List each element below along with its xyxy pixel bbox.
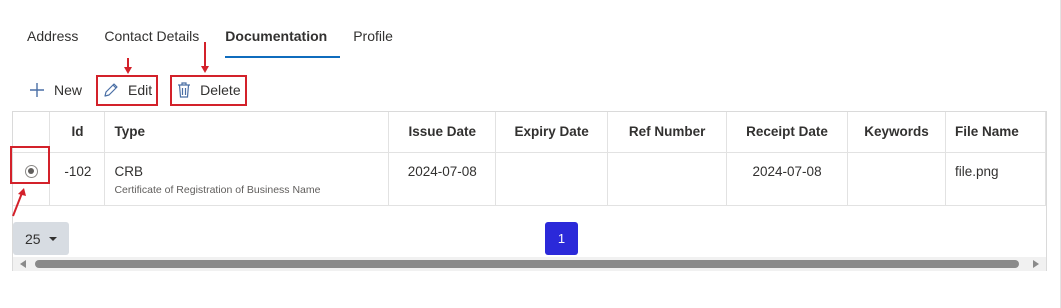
cell-receipt-date: 2024-07-08 bbox=[726, 152, 849, 206]
column-header-id[interactable]: Id bbox=[49, 112, 106, 153]
column-header-expiry-date[interactable]: Expiry Date bbox=[495, 112, 609, 153]
scrollbar-thumb[interactable] bbox=[35, 260, 1019, 268]
cell-keywords bbox=[847, 152, 946, 206]
scroll-left-icon[interactable] bbox=[20, 260, 26, 268]
page-button-current[interactable]: 1 bbox=[545, 222, 578, 255]
column-header-type[interactable]: Type bbox=[104, 112, 390, 153]
edit-button[interactable]: Edit bbox=[96, 74, 159, 106]
cell-ref-number bbox=[607, 152, 728, 206]
type-description: Certificate of Registration of Business … bbox=[114, 183, 321, 196]
cell-id: -102 bbox=[49, 152, 106, 206]
cell-issue-date: 2024-07-08 bbox=[388, 152, 497, 206]
cell-expiry-date bbox=[495, 152, 609, 206]
column-header-issue-date[interactable]: Issue Date bbox=[388, 112, 497, 153]
page-size-value: 25 bbox=[25, 230, 41, 247]
tab-contact-details[interactable]: Contact Details bbox=[91, 22, 212, 58]
tab-documentation[interactable]: Documentation bbox=[212, 22, 341, 58]
column-header-file-name[interactable]: File Name bbox=[945, 112, 1047, 153]
toolbar: New Edit Delete bbox=[28, 74, 247, 106]
table-header-row: Id Type Issue Date Expiry Date Ref Numbe… bbox=[13, 112, 1047, 153]
tab-profile[interactable]: Profile bbox=[340, 22, 406, 58]
arrow-to-edit bbox=[124, 58, 132, 74]
tab-address[interactable]: Address bbox=[14, 22, 91, 58]
pencil-icon bbox=[102, 81, 120, 99]
radio-highlight-box bbox=[10, 146, 50, 184]
delete-button[interactable]: Delete bbox=[170, 74, 247, 106]
type-code: CRB bbox=[114, 163, 143, 179]
page-size-dropdown[interactable]: 25 bbox=[13, 222, 69, 255]
new-label: New bbox=[54, 82, 83, 98]
documents-table: Id Type Issue Date Expiry Date Ref Numbe… bbox=[13, 112, 1047, 206]
scroll-right-icon[interactable] bbox=[1033, 260, 1039, 268]
new-button[interactable]: New bbox=[28, 76, 82, 104]
horizontal-scrollbar[interactable] bbox=[13, 257, 1046, 271]
column-header-keywords[interactable]: Keywords bbox=[847, 112, 946, 153]
documents-grid: Id Type Issue Date Expiry Date Ref Numbe… bbox=[12, 111, 1047, 271]
delete-label: Delete bbox=[200, 82, 241, 98]
chevron-down-icon bbox=[48, 236, 57, 241]
cell-file-name: file.png bbox=[945, 152, 1047, 206]
trash-icon bbox=[176, 81, 192, 99]
tab-bar: Address Contact Details Documentation Pr… bbox=[14, 22, 406, 58]
column-header-ref-number[interactable]: Ref Number bbox=[607, 112, 728, 153]
column-header-receipt-date[interactable]: Receipt Date bbox=[726, 112, 849, 153]
table-row[interactable]: -102 CRB Certificate of Registration of … bbox=[13, 152, 1047, 206]
cell-type: CRB Certificate of Registration of Busin… bbox=[104, 152, 390, 206]
edit-label: Edit bbox=[128, 82, 153, 98]
plus-icon bbox=[28, 81, 46, 99]
documents-panel: Address Contact Details Documentation Pr… bbox=[0, 0, 1061, 308]
